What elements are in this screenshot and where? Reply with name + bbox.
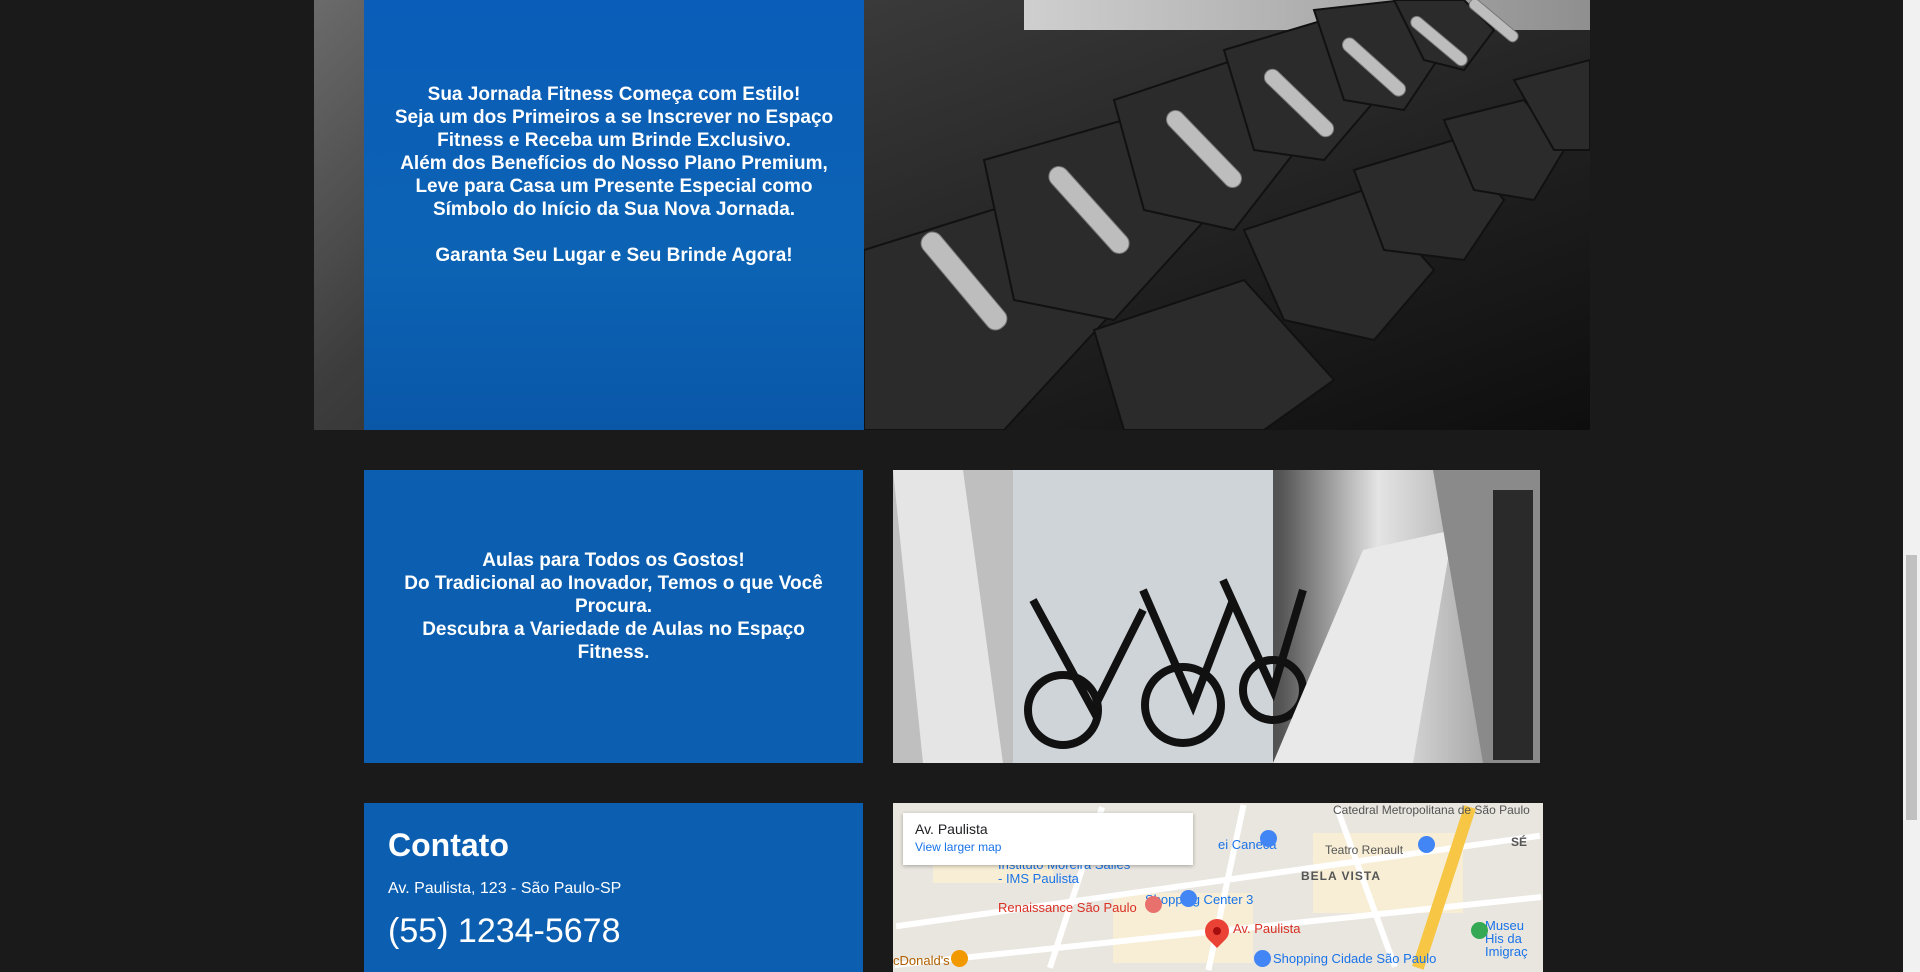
spin-bikes-image — [893, 470, 1540, 763]
promo-text: Sua Jornada Fitness Começa com Estilo! S… — [394, 84, 834, 266]
teatro-poi-icon[interactable] — [1418, 836, 1435, 853]
classes-panel: Aulas para Todos os Gostos! Do Tradicion… — [364, 470, 863, 763]
caneca-poi-icon[interactable] — [1260, 830, 1277, 847]
map-label-museu: Museu His da Imigraç — [1485, 918, 1528, 959]
shopping-cidade-poi-icon[interactable] — [1254, 950, 1271, 967]
museu-poi-icon[interactable] — [1471, 922, 1488, 939]
map-label-mcdonalds: cDonald's — [893, 953, 950, 968]
page-scrollbar[interactable] — [1903, 0, 1920, 972]
map-label-teatro: Teatro Renault — [1325, 843, 1404, 857]
map-label-se: SÉ — [1511, 835, 1528, 849]
classes-text: Aulas para Todos os Gostos! Do Tradicion… — [404, 550, 823, 663]
dumbbells-illustration — [864, 0, 1590, 430]
dumbbell-rack-image — [864, 0, 1590, 430]
view-larger-map-link[interactable]: View larger map — [915, 840, 1181, 854]
contact-address: Av. Paulista, 123 - São Paulo-SP — [388, 880, 622, 897]
gym-illustration — [893, 470, 1540, 763]
map-label-catedral: Catedral Metropolitana de São Paulo — [1333, 803, 1530, 817]
contact-panel: Contato Av. Paulista, 123 - São Paulo-SP… — [364, 803, 863, 972]
google-map-embed[interactable]: Catedral Metropolitana de São Paulo ei C… — [893, 803, 1543, 972]
map-info-card: Av. Paulista View larger map — [903, 813, 1193, 865]
map-label-pin: Av. Paulista — [1233, 921, 1301, 936]
contact-title: Contato — [388, 827, 509, 863]
promo-panel: Sua Jornada Fitness Começa com Estilo! S… — [364, 0, 864, 430]
map-label-bela-vista: BELA VISTA — [1301, 869, 1382, 883]
map-label-shopping-cidade: Shopping Cidade São Paulo — [1273, 951, 1437, 966]
map-label-renaissance: Renaissance São Paulo — [998, 900, 1137, 915]
renaissance-poi-icon[interactable] — [1145, 896, 1162, 913]
contact-phone[interactable]: (55) 1234-5678 — [388, 912, 839, 951]
shopping-center-poi-icon[interactable] — [1180, 890, 1197, 907]
mcdonalds-poi-icon[interactable] — [951, 950, 968, 967]
map-place-name: Av. Paulista — [915, 821, 988, 837]
scrollbar-thumb[interactable] — [1906, 555, 1917, 820]
